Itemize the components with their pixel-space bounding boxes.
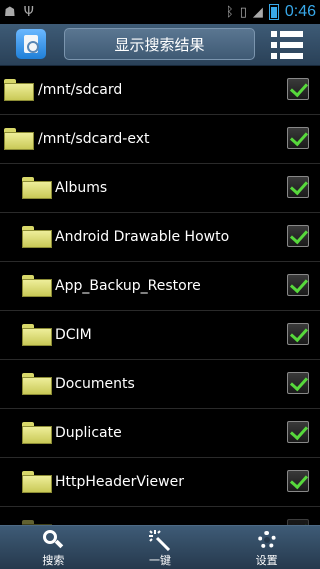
status-time: 0:46 <box>284 3 316 20</box>
list-item[interactable]: HttpHeaderViewer <box>0 458 320 507</box>
list-item[interactable]: Android Drawable Howto <box>0 213 320 262</box>
bottom-bar: 搜索 一键 设置 <box>0 525 320 569</box>
show-search-results-button[interactable]: 显示搜索结果 <box>64 28 255 60</box>
folder-label: DCIM <box>55 327 92 343</box>
list-menu-icon[interactable] <box>271 31 303 59</box>
checkbox[interactable] <box>287 323 309 345</box>
folder-list: /mnt/sdcard /mnt/sdcard-ext Albums Andro… <box>0 66 320 525</box>
folder-label: /mnt/sdcard <box>38 82 123 98</box>
file-search-icon[interactable] <box>16 29 46 59</box>
folder-icon <box>22 422 52 444</box>
folder-icon <box>22 373 52 395</box>
checkbox[interactable] <box>287 78 309 100</box>
folder-label: Documents <box>55 376 135 392</box>
battery-icon <box>268 4 279 20</box>
list-item[interactable]: /mnt/sdcard-ext <box>0 115 320 164</box>
folder-label: Albums <box>55 180 108 196</box>
list-item[interactable]: Documents <box>0 360 320 409</box>
folder-label: HttpHeaderViewer <box>55 474 184 490</box>
checkbox[interactable] <box>287 127 309 149</box>
folder-icon <box>22 324 52 346</box>
action-bar: 显示搜索结果 <box>0 24 320 66</box>
folder-icon <box>22 275 52 297</box>
checkbox[interactable] <box>287 421 309 443</box>
folder-icon <box>4 79 34 101</box>
folder-icon <box>22 177 52 199</box>
folder-icon <box>22 226 52 248</box>
search-icon <box>41 529 65 551</box>
magic-wand-icon <box>148 529 172 552</box>
checkbox[interactable] <box>287 470 309 492</box>
list-item[interactable]: /mnt/sdcard <box>0 66 320 115</box>
signal-icon: ◢ <box>252 4 263 20</box>
search-button[interactable]: 搜索 <box>0 526 107 569</box>
status-bar: ☗ Ψ ᛒ ▯ ◢ 0:46 <box>0 0 320 24</box>
one-click-button[interactable]: 一键 <box>107 526 214 569</box>
usb-icon: Ψ <box>23 4 34 20</box>
list-item[interactable]: App_Backup_Restore <box>0 262 320 311</box>
folder-icon <box>22 471 52 493</box>
one-click-label: 一键 <box>149 554 171 567</box>
android-icon: ☗ <box>4 4 16 20</box>
checkbox[interactable] <box>287 274 309 296</box>
action-bar-title: 显示搜索结果 <box>114 35 205 54</box>
folder-label: Android Drawable Howto <box>55 229 230 245</box>
vibrate-icon: ▯ <box>239 4 247 20</box>
list-item[interactable]: Albums <box>0 164 320 213</box>
folder-open-icon <box>4 128 34 150</box>
gear-icon <box>255 529 279 551</box>
folder-label: App_Backup_Restore <box>55 278 201 294</box>
folder-label: Duplicate <box>55 425 122 441</box>
bluetooth-icon: ᛒ <box>225 4 234 20</box>
checkbox[interactable] <box>287 176 309 198</box>
search-label: 搜索 <box>42 554 65 567</box>
list-item[interactable]: Duplicate <box>0 409 320 458</box>
checkbox[interactable] <box>287 372 309 394</box>
folder-label: /mnt/sdcard-ext <box>38 131 150 147</box>
settings-label: 设置 <box>255 554 278 567</box>
checkbox[interactable] <box>287 225 309 247</box>
settings-button[interactable]: 设置 <box>213 526 320 569</box>
list-item[interactable] <box>0 507 320 525</box>
list-item[interactable]: DCIM <box>0 311 320 360</box>
